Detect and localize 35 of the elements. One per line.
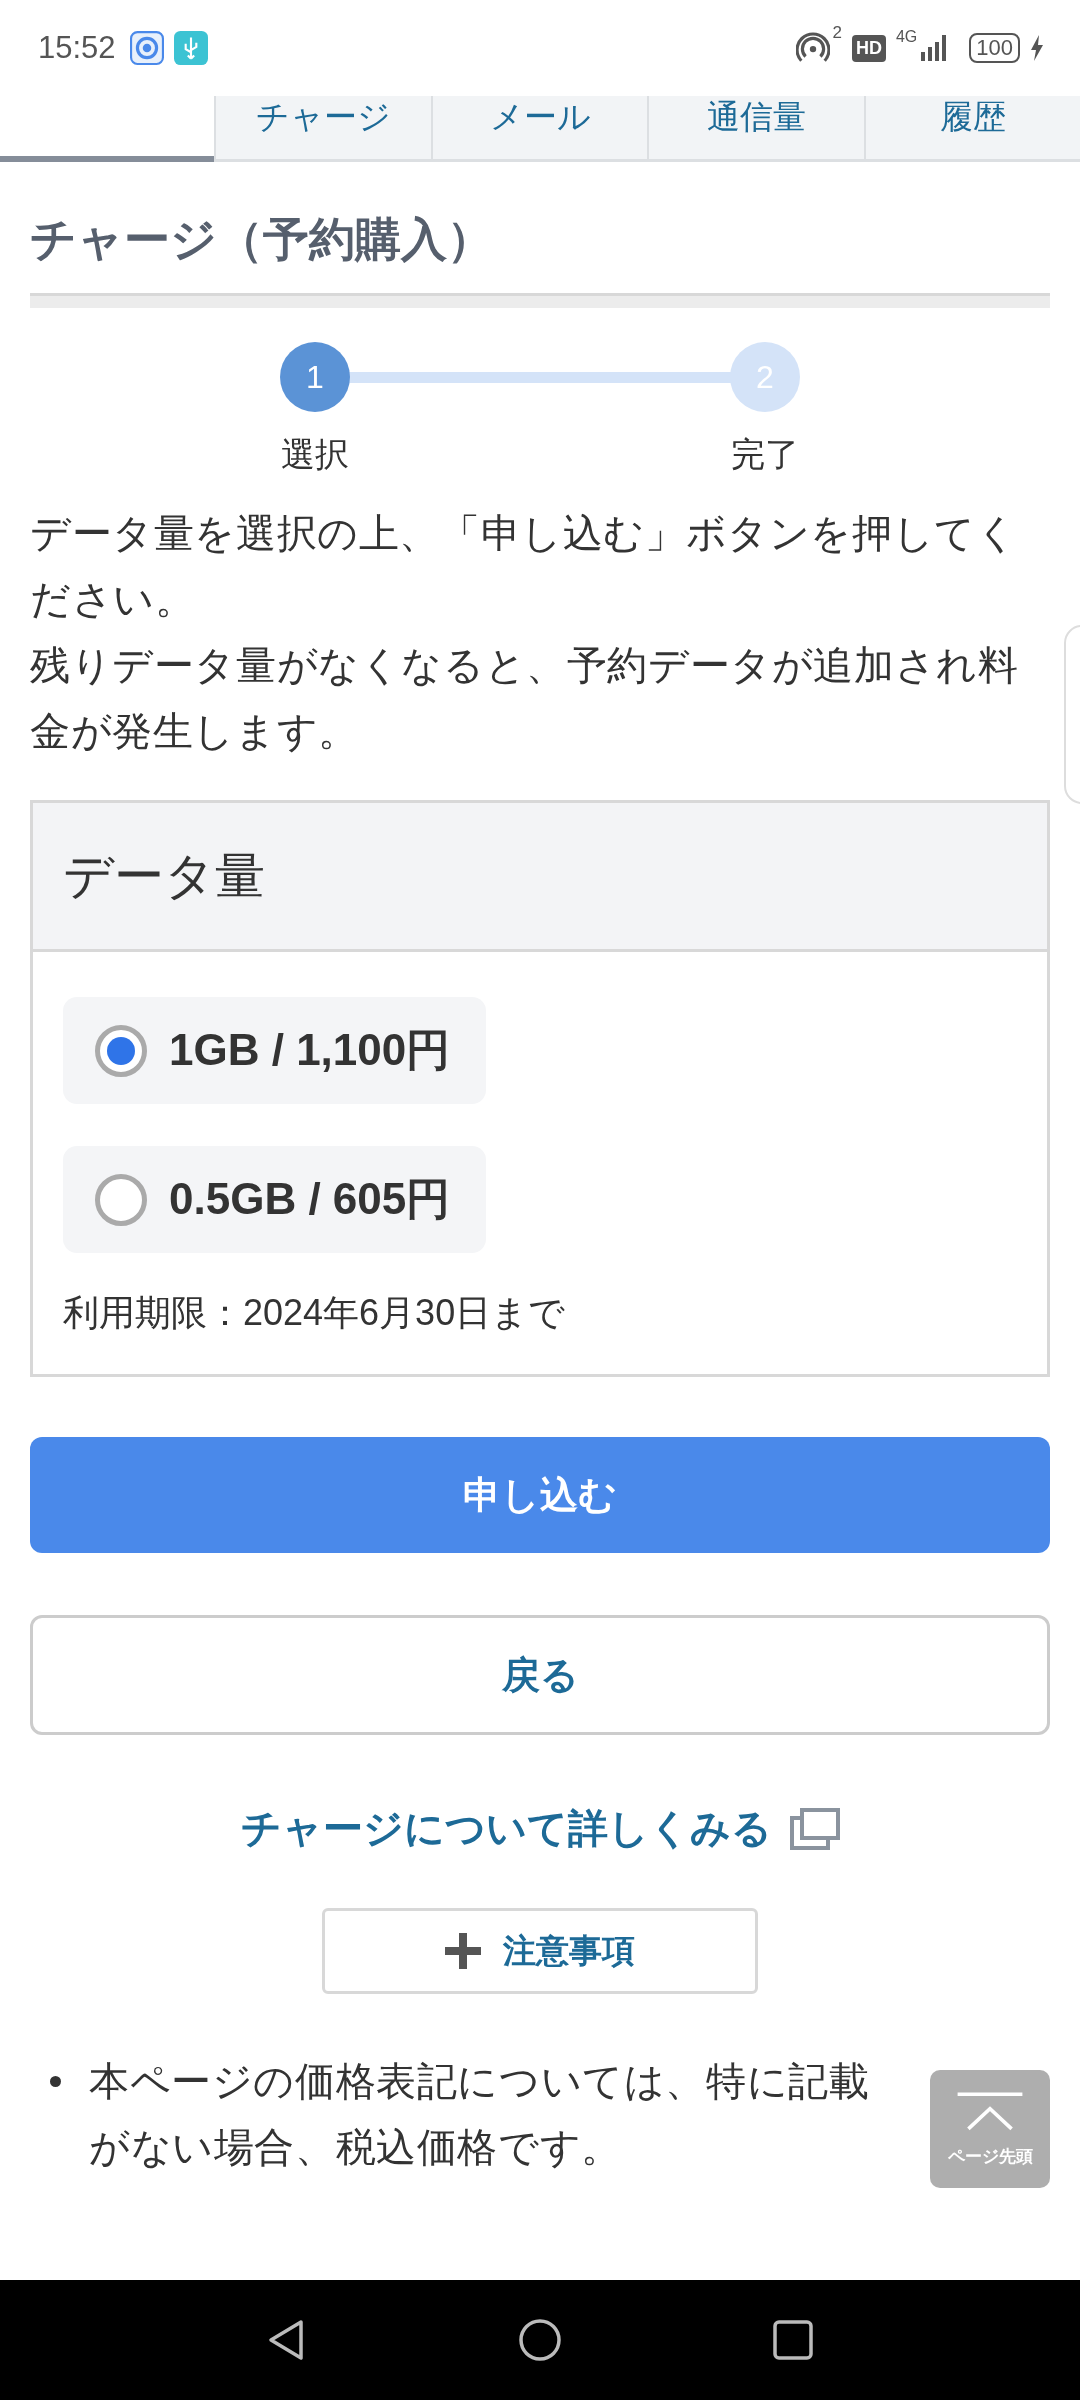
hotspot-icon bbox=[795, 31, 830, 65]
page-title: チャージ（予約購入） bbox=[30, 212, 494, 267]
step-label: 完了 bbox=[731, 434, 799, 476]
charging-icon bbox=[1030, 35, 1044, 61]
tab[interactable]: 履歴 bbox=[863, 96, 1080, 162]
panel-heading: データ量 bbox=[33, 803, 1047, 953]
usb-icon bbox=[173, 31, 208, 65]
bullet-icon bbox=[50, 2076, 61, 2088]
hotspot-count: 2 bbox=[832, 23, 842, 43]
tab[interactable]: チャージ bbox=[214, 96, 431, 162]
tab[interactable]: メール bbox=[430, 96, 648, 162]
note-text: 本ページの価格表記については、特に記載がない場合、税込価格です。 bbox=[89, 2058, 871, 2172]
data-option[interactable]: 1GB / 1,100円 bbox=[63, 997, 487, 1105]
tab[interactable]: 通信量 bbox=[647, 96, 864, 162]
back-button[interactable]: 戻る bbox=[30, 1615, 1050, 1736]
recents-nav-icon[interactable] bbox=[771, 2318, 816, 2362]
hd-badge: HD bbox=[851, 34, 886, 62]
new-window-icon bbox=[789, 1807, 840, 1850]
radio-button[interactable] bbox=[95, 1024, 147, 1077]
status-time: 15:52 bbox=[38, 30, 116, 66]
notes-button[interactable]: 注意事項 bbox=[322, 1908, 758, 1995]
step-label: 選択 bbox=[281, 434, 349, 476]
radio-button[interactable] bbox=[95, 1173, 147, 1226]
battery-level: 100 bbox=[969, 33, 1020, 63]
instruction-text: データ量を選択の上、「申し込む」ボタンを押してください。 bbox=[30, 510, 1019, 624]
apply-button[interactable]: 申し込む bbox=[30, 1437, 1050, 1554]
expiry-text: 利用期限：2024年6月30日まで bbox=[63, 1291, 566, 1336]
step-number: 1 bbox=[280, 342, 350, 413]
data-option[interactable]: 0.5GB / 605円 bbox=[63, 1146, 487, 1254]
target-app-icon bbox=[129, 31, 164, 65]
home-nav-icon[interactable] bbox=[518, 2318, 562, 2362]
details-link[interactable]: チャージについて詳しくみる bbox=[240, 1801, 772, 1857]
plus-icon bbox=[445, 1933, 481, 1970]
network-type: 4G bbox=[895, 28, 918, 46]
instruction-text: 残りデータ量がなくなると、予約データが追加され料金が発生します。 bbox=[30, 642, 1020, 756]
